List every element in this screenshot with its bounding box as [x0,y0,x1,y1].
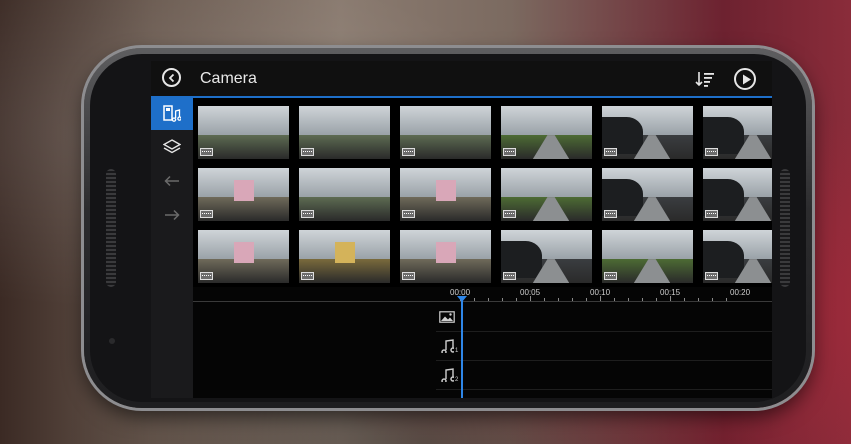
time-tick [600,296,601,301]
media-thumbnail[interactable] [299,168,390,221]
time-tick [642,298,643,301]
time-tick [712,298,713,301]
time-tick [474,298,475,301]
media-thumbnail[interactable] [703,168,772,221]
media-thumbnail[interactable] [703,106,772,159]
media-thumbnail[interactable] [400,106,491,159]
time-tick [530,296,531,301]
video-badge-icon [301,210,314,218]
play-button[interactable] [734,68,756,90]
back-button[interactable] [162,68,181,87]
sidebar-item-media[interactable] [151,98,193,130]
app-screen: Camera 00:00 00:05 00:10 00:15 00:20 1 2 [151,61,772,398]
time-tick [558,298,559,301]
page-title: Camera [200,70,257,87]
image-track-icon [436,307,458,327]
speaker-grille-right [780,169,790,287]
media-thumbnail[interactable] [703,230,772,283]
media-thumbnail[interactable] [400,168,491,221]
media-thumbnail[interactable] [501,168,592,221]
track-index-label: 1 [455,348,459,354]
video-badge-icon [200,272,213,280]
sidebar-item-redo[interactable] [151,199,193,231]
media-thumbnail[interactable] [198,168,289,221]
media-thumbnail[interactable] [501,230,592,283]
play-icon [743,74,751,85]
time-tick [488,298,489,301]
time-ruler: 00:00 00:05 00:10 00:15 00:20 [193,287,772,302]
track-area: 1 2 [436,303,772,398]
time-tick [726,298,727,301]
sidebar-item-undo[interactable] [151,165,193,197]
media-thumbnail[interactable] [299,106,390,159]
time-tick [544,298,545,301]
time-tick [502,298,503,301]
video-badge-icon [503,210,516,218]
sort-button[interactable] [695,70,715,88]
time-tick [628,298,629,301]
time-tick [656,298,657,301]
chevron-left-icon [168,73,175,83]
time-tick [698,298,699,301]
video-badge-icon [200,148,213,156]
video-badge-icon [402,148,415,156]
media-icon [163,105,181,122]
timeline-panel: 00:00 00:05 00:10 00:15 00:20 1 2 [193,287,772,398]
video-badge-icon [402,272,415,280]
speaker-grille-left [106,169,116,287]
video-badge-icon [301,148,314,156]
track-video[interactable] [436,303,772,332]
time-tick [670,296,671,301]
left-sidebar [151,98,193,398]
video-badge-icon [705,272,718,280]
video-badge-icon [402,210,415,218]
video-badge-icon [705,148,718,156]
media-thumbnail[interactable] [602,106,693,159]
redo-icon [165,209,180,221]
time-tick [516,298,517,301]
media-thumbnail[interactable] [198,106,289,159]
time-tick [684,298,685,301]
media-thumbnail[interactable] [602,230,693,283]
playhead[interactable] [461,298,463,398]
time-tick-label: 00:20 [730,288,751,297]
video-badge-icon [705,210,718,218]
media-thumbnail[interactable] [299,230,390,283]
front-camera-dot [109,338,115,344]
sidebar-item-layers[interactable] [151,131,193,163]
video-badge-icon [604,148,617,156]
layers-icon [163,139,181,154]
video-badge-icon [503,148,516,156]
video-badge-icon [604,272,617,280]
track-index-label: 2 [455,377,459,383]
top-bar: Camera [151,61,772,98]
undo-icon [164,175,179,187]
sort-icon [695,72,714,87]
track-audio-2[interactable]: 2 [436,361,772,390]
track-audio-1[interactable]: 1 [436,332,772,361]
time-tick [586,298,587,301]
media-grid [196,106,772,287]
time-tick [572,298,573,301]
video-badge-icon [604,210,617,218]
video-badge-icon [503,272,516,280]
media-thumbnail[interactable] [501,106,592,159]
video-badge-icon [200,210,213,218]
video-badge-icon [301,272,314,280]
media-thumbnail[interactable] [400,230,491,283]
time-tick [614,298,615,301]
media-thumbnail[interactable] [602,168,693,221]
media-thumbnail[interactable] [198,230,289,283]
